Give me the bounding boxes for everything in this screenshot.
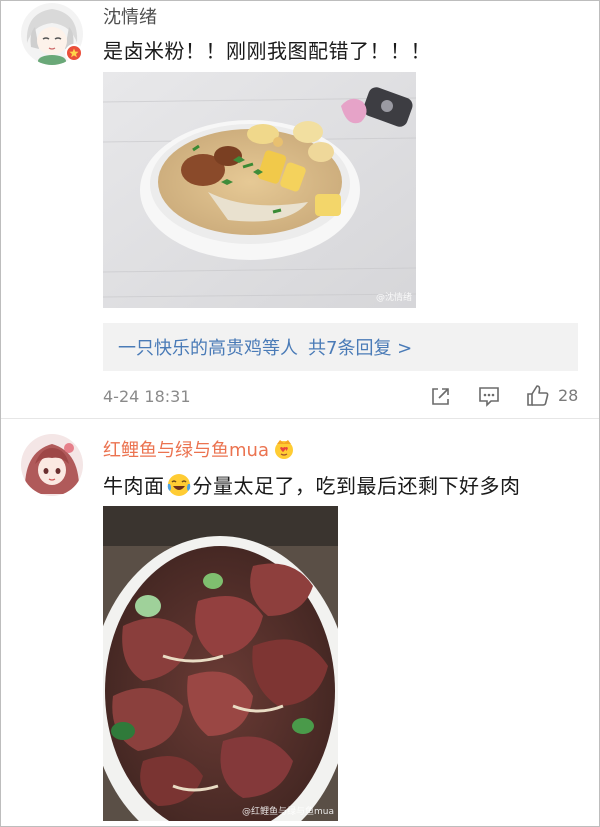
like-button[interactable]: 28 xyxy=(526,384,578,407)
comment-divider xyxy=(0,418,600,419)
comment-photo[interactable]: @红鲤鱼与绿与鱼mua xyxy=(103,506,338,821)
comment-photo[interactable]: @沈情绪 xyxy=(103,72,416,308)
replies-users: 一只快乐的高贵鸡等人 xyxy=(118,338,298,359)
like-count: 28 xyxy=(558,386,579,405)
username[interactable]: 红鲤鱼与绿与鱼mua xyxy=(103,436,269,462)
avatar[interactable] xyxy=(21,434,83,496)
comment-timestamp: 4-24 18:31 xyxy=(103,387,191,406)
share-icon xyxy=(432,388,449,405)
comment-text-part: 牛肉面 xyxy=(103,474,165,498)
comment-text-part: 分量太足了，吃到最后还剩下好多肉 xyxy=(192,474,521,498)
comment-text: 牛肉面 分量太足了，吃到最后还剩下好多肉 xyxy=(103,470,521,499)
comment-button[interactable] xyxy=(478,386,500,407)
photo-watermark: @红鲤鱼与绿与鱼mua xyxy=(242,807,334,817)
photo-watermark: @沈情绪 xyxy=(375,293,412,303)
username[interactable]: 沈情绪 xyxy=(103,3,157,29)
replies-link[interactable]: 一只快乐的高贵鸡等人 共7条回复 > xyxy=(103,323,578,371)
share-button[interactable] xyxy=(430,386,451,407)
like-icon xyxy=(527,385,549,406)
replies-count: 共7条回复 > xyxy=(308,338,413,359)
username-row: 红鲤鱼与绿与鱼mua xyxy=(103,436,295,462)
comment-icon xyxy=(479,387,499,407)
crown-heart-icon xyxy=(274,440,293,459)
verified-badge-icon xyxy=(65,44,83,62)
comment-text: 是卤米粉！！刚刚我图配错了！！！ xyxy=(103,39,431,63)
laughing-tears-icon xyxy=(167,473,190,496)
